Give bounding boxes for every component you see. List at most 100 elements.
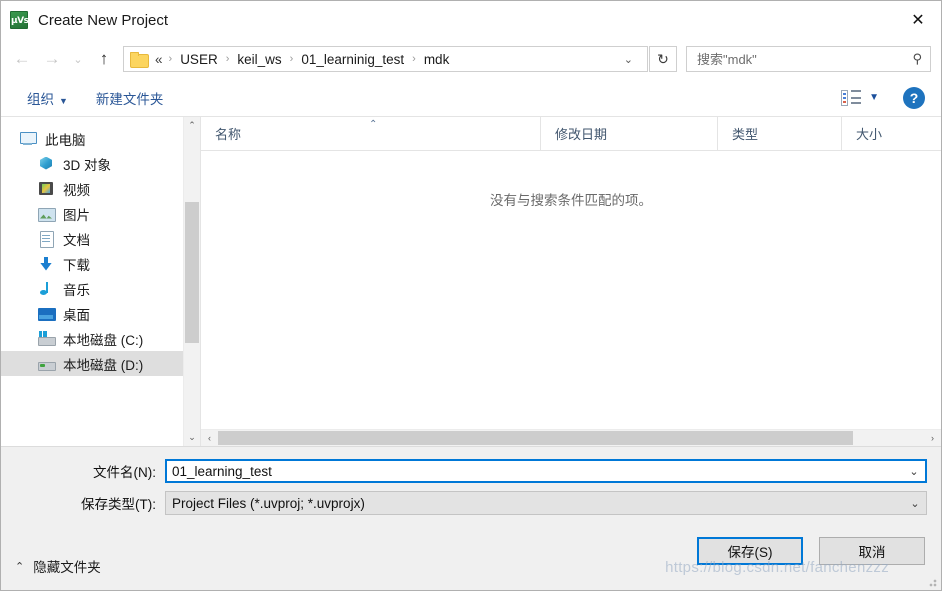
sidebar-item-label: 音乐: [63, 282, 90, 298]
column-header-date[interactable]: 修改日期: [541, 117, 718, 150]
hide-folders-label: 隐藏文件夹: [33, 560, 101, 575]
sidebar-item-3d-objects[interactable]: 3D 对象: [1, 151, 200, 176]
chevron-down-icon[interactable]: ⌄: [618, 53, 643, 66]
sidebar-item-music[interactable]: 音乐: [1, 276, 200, 301]
horizontal-scroll-thumb[interactable]: [218, 431, 854, 445]
breadcrumb: « › USER › keil_ws › 01_learninig_test ›…: [152, 50, 618, 69]
refresh-icon[interactable]: ↻: [649, 46, 677, 72]
sidebar-item-label: 图片: [63, 207, 90, 223]
dialog-footer: 文件名(N): 01_learning_test ⌄ 保存类型(T): Proj…: [1, 446, 941, 590]
sidebar-item-this-pc[interactable]: 此电脑: [1, 126, 200, 151]
back-button[interactable]: ←: [7, 44, 37, 74]
save-button[interactable]: 保存(S): [697, 537, 803, 565]
scroll-right-icon[interactable]: ›: [924, 430, 941, 446]
sidebar-item-pictures[interactable]: 图片: [1, 201, 200, 226]
help-icon[interactable]: ?: [903, 86, 925, 109]
create-new-project-dialog: µVs Create New Project ✕ ← → ⌄ ↑ « › USE…: [0, 0, 942, 591]
folder-icon: [130, 52, 149, 68]
column-header-label: 修改日期: [555, 127, 608, 142]
scroll-down-icon[interactable]: ⌄: [184, 429, 200, 446]
filename-row: 文件名(N): 01_learning_test ⌄: [15, 459, 927, 483]
sidebar-item-label: 桌面: [63, 307, 90, 323]
file-list-pane: 名称 ⌃ 修改日期 类型 大小 没有与搜索条件匹配的项。 ‹ ›: [201, 117, 941, 446]
sidebar-item-documents[interactable]: 文档: [1, 226, 200, 251]
sidebar-item-desktop[interactable]: 桌面: [1, 301, 200, 326]
breadcrumb-item-keil-ws[interactable]: keil_ws: [234, 50, 284, 69]
view-options-icon[interactable]: [841, 89, 862, 106]
address-bar[interactable]: « › USER › keil_ws › 01_learninig_test ›…: [123, 46, 648, 72]
filetype-value: Project Files (*.uvproj; *.uvprojx): [172, 495, 365, 511]
column-header-label: 大小: [856, 127, 883, 142]
organize-label: 组织: [27, 91, 54, 107]
column-header-size[interactable]: 大小: [842, 117, 941, 150]
recent-locations-icon[interactable]: ⌄: [67, 44, 89, 74]
local-disk-d-icon: [37, 356, 56, 372]
horizontal-scroll-track[interactable]: [218, 430, 924, 446]
filetype-label: 保存类型(T):: [81, 497, 156, 512]
desktop-icon: [37, 306, 56, 322]
3d-objects-icon: [37, 156, 55, 172]
scroll-up-icon[interactable]: ⌃: [184, 117, 200, 134]
file-list-body[interactable]: 没有与搜索条件匹配的项。: [201, 151, 941, 429]
sidebar-item-local-disk-c[interactable]: 本地磁盘 (C:): [1, 326, 200, 351]
column-header-row: 名称 ⌃ 修改日期 类型 大小: [201, 117, 941, 151]
search-input[interactable]: [695, 50, 909, 68]
sidebar-scroll-thumb[interactable]: [185, 201, 199, 344]
title-bar: µVs Create New Project ✕: [1, 1, 941, 39]
hide-folders-toggle[interactable]: ⌃ 隐藏文件夹: [15, 556, 101, 576]
organize-button[interactable]: 组织 ▼: [19, 84, 76, 112]
music-icon: [37, 281, 55, 297]
sidebar-item-downloads[interactable]: 下载: [1, 251, 200, 276]
chevron-down-icon[interactable]: ⌄: [903, 465, 925, 478]
navigation-bar: ← → ⌄ ↑ « › USER › keil_ws › 01_learnini…: [1, 39, 941, 79]
search-box[interactable]: ⚲: [686, 46, 931, 72]
forward-button[interactable]: →: [37, 44, 67, 74]
sort-ascending-icon: ⌃: [369, 119, 378, 130]
videos-icon: [37, 181, 55, 197]
filetype-select[interactable]: Project Files (*.uvproj; *.uvprojx) ⌄: [165, 491, 927, 515]
sidebar-scroll-track[interactable]: [184, 134, 200, 429]
local-disk-c-icon: [37, 330, 56, 347]
breadcrumb-lead[interactable]: «: [152, 50, 164, 69]
breadcrumb-separator: ›: [225, 53, 230, 65]
column-header-label: 类型: [732, 127, 759, 142]
breadcrumb-item-01-learninig-test[interactable]: 01_learninig_test: [298, 50, 407, 69]
column-header-type[interactable]: 类型: [718, 117, 842, 150]
search-icon[interactable]: ⚲: [912, 51, 922, 67]
breadcrumb-item-mdk[interactable]: mdk: [421, 50, 453, 69]
dialog-button-row: 保存(S) 取消: [15, 537, 927, 565]
close-icon[interactable]: ✕: [895, 2, 941, 39]
breadcrumb-item-user[interactable]: USER: [177, 50, 221, 69]
filename-label: 文件名(N):: [93, 465, 156, 480]
navigation-sidebar: 此电脑 3D 对象 视频 图片 文档 下载 音乐 桌面 本地磁盘 (C:) 本地…: [1, 117, 201, 446]
pictures-icon: [37, 206, 56, 222]
scroll-left-icon[interactable]: ‹: [201, 430, 218, 446]
column-header-name[interactable]: 名称 ⌃: [201, 117, 541, 150]
sidebar-item-label: 本地磁盘 (C:): [63, 332, 144, 348]
sidebar-item-local-disk-d[interactable]: 本地磁盘 (D:): [1, 351, 200, 376]
chevron-down-icon: ▼: [59, 95, 68, 106]
dialog-body: 此电脑 3D 对象 视频 图片 文档 下载 音乐 桌面 本地磁盘 (C:) 本地…: [1, 117, 941, 446]
breadcrumb-separator: ›: [412, 53, 416, 65]
sidebar-item-videos[interactable]: 视频: [1, 176, 200, 201]
sidebar-item-label: 3D 对象: [63, 157, 112, 173]
sidebar-scrollbar[interactable]: ⌃ ⌄: [183, 117, 200, 446]
filename-value[interactable]: 01_learning_test: [172, 464, 903, 479]
documents-icon: [37, 230, 55, 248]
sidebar-item-label: 此电脑: [45, 132, 86, 148]
resize-grip[interactable]: [925, 575, 937, 587]
chevron-up-icon: ⌃: [15, 560, 25, 573]
column-header-label: 名称: [215, 127, 242, 142]
filetype-row: 保存类型(T): Project Files (*.uvproj; *.uvpr…: [15, 491, 927, 515]
sidebar-item-label: 下载: [63, 257, 90, 273]
empty-message: 没有与搜索条件匹配的项。: [490, 193, 652, 208]
cancel-button[interactable]: 取消: [819, 537, 925, 565]
filename-field[interactable]: 01_learning_test ⌄: [165, 459, 927, 483]
sidebar-item-label: 视频: [63, 182, 90, 198]
new-folder-button[interactable]: 新建文件夹: [88, 84, 172, 112]
chevron-down-icon[interactable]: ⌄: [904, 497, 926, 510]
file-list-horizontal-scrollbar[interactable]: ‹ ›: [201, 429, 941, 446]
downloads-icon: [37, 256, 55, 272]
up-button[interactable]: ↑: [89, 44, 119, 74]
view-chevron-down-icon[interactable]: ▼: [869, 92, 879, 103]
